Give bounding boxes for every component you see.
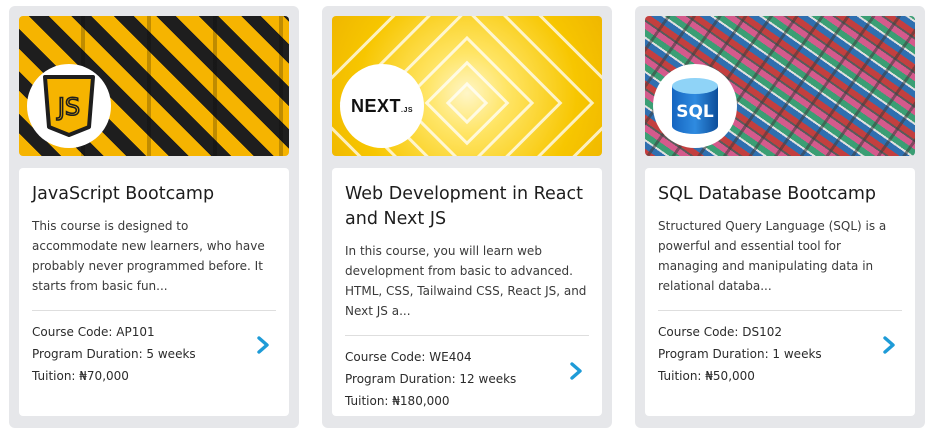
course-description: In this course, you will learn web devel… bbox=[345, 244, 587, 318]
program-duration: Program Duration: 1 weeks bbox=[658, 347, 822, 361]
tuition: Tuition: ₦70,000 bbox=[32, 369, 129, 383]
program-duration: Program Duration: 5 weeks bbox=[32, 347, 196, 361]
chevron-right-icon[interactable] bbox=[881, 336, 897, 354]
course-description: This course is designed to accommodate n… bbox=[32, 219, 265, 293]
svg-text:SQL: SQL bbox=[676, 102, 714, 122]
divider bbox=[658, 310, 902, 311]
chevron-right-icon[interactable] bbox=[255, 336, 271, 354]
program-duration: Program Duration: 12 weeks bbox=[345, 372, 517, 386]
divider bbox=[345, 335, 589, 336]
course-title[interactable]: Web Development in React and Next JS bbox=[345, 182, 589, 232]
divider bbox=[32, 310, 276, 311]
javascript-shield-icon: JS bbox=[43, 75, 95, 137]
tuition: Tuition: ₦180,000 bbox=[345, 394, 450, 408]
course-description: Structured Query Language (SQL) is a pow… bbox=[658, 219, 887, 293]
course-code: Course Code: AP101 bbox=[32, 325, 155, 339]
course-card-react-next[interactable]: NEXT.JS Web Development in React and Nex… bbox=[322, 6, 612, 428]
course-logo: NEXT.JS bbox=[340, 64, 424, 148]
course-card-javascript[interactable]: JS JavaScript Bootcamp This course is de… bbox=[9, 6, 299, 428]
course-code: Course Code: DS102 bbox=[658, 325, 783, 339]
course-banner-image: SQL bbox=[645, 16, 915, 156]
course-card-sql[interactable]: SQL SQL Database Bootcamp Structured Que… bbox=[635, 6, 925, 428]
course-title[interactable]: SQL Database Bootcamp bbox=[658, 182, 902, 207]
course-banner-image: NEXT.JS bbox=[332, 16, 602, 156]
course-title[interactable]: JavaScript Bootcamp bbox=[32, 182, 276, 207]
course-card-body: JavaScript Bootcamp This course is desig… bbox=[19, 168, 289, 416]
course-banner-image: JS bbox=[19, 16, 289, 156]
svg-text:JS: JS bbox=[56, 93, 80, 121]
sql-database-icon: SQL bbox=[672, 78, 718, 134]
course-code: Course Code: WE404 bbox=[345, 350, 472, 364]
course-logo: JS bbox=[27, 64, 111, 148]
nextjs-logo-icon: NEXT.JS bbox=[350, 95, 414, 116]
course-card-body: SQL Database Bootcamp Structured Query L… bbox=[645, 168, 915, 416]
chevron-right-icon[interactable] bbox=[568, 362, 584, 380]
course-card-body: Web Development in React and Next JS In … bbox=[332, 168, 602, 416]
tuition: Tuition: ₦50,000 bbox=[658, 369, 755, 383]
course-logo: SQL bbox=[653, 64, 737, 148]
